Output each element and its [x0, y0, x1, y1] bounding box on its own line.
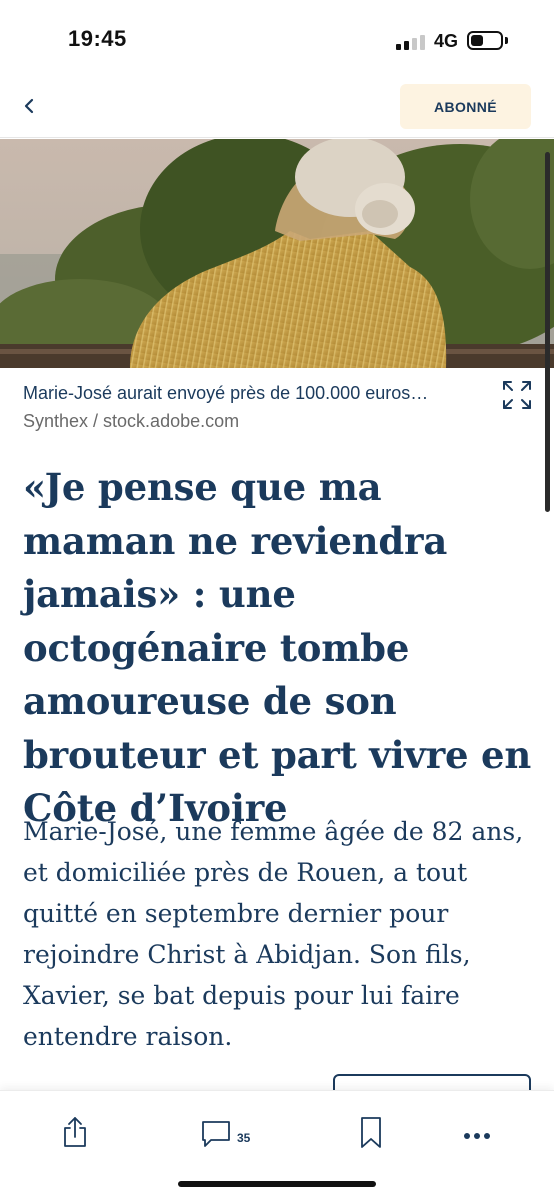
expand-button[interactable]	[500, 378, 534, 412]
expand-icon	[503, 381, 531, 409]
bookmark-icon	[361, 1117, 381, 1148]
hero-image[interactable]	[0, 139, 554, 368]
scrollbar[interactable]	[545, 152, 550, 512]
share-icon	[64, 1117, 86, 1147]
home-indicator[interactable]	[178, 1181, 376, 1187]
subscribe-button[interactable]: ABONNÉ	[400, 84, 531, 129]
back-button[interactable]	[14, 88, 48, 122]
network-label: 4G	[434, 31, 459, 51]
comment-icon	[202, 1121, 230, 1147]
comment-count: 35	[237, 1131, 251, 1145]
image-credit: Synthex / stock.adobe.com	[23, 411, 240, 431]
chevron-left-icon	[24, 98, 34, 114]
article-headline: «Je pense que ma maman ne reviendra jama…	[23, 465, 532, 830]
share-button[interactable]	[58, 1115, 92, 1149]
battery-cap	[505, 37, 508, 44]
more-button[interactable]	[460, 1115, 496, 1149]
image-caption: Marie-José aurait envoyé près de 100.000…	[23, 383, 429, 403]
article-lead: Marie-José, une femme âgée de 82 ans, et…	[23, 817, 524, 1051]
status-bar: 19:45 4G	[0, 0, 554, 84]
comments-button[interactable]	[198, 1115, 234, 1149]
nav-bar: ABONNÉ	[0, 84, 554, 138]
status-time: 19:45	[68, 26, 127, 51]
more-icon	[464, 1133, 490, 1139]
signal-icon	[396, 34, 426, 50]
bookmark-button[interactable]	[354, 1115, 388, 1149]
battery-icon	[467, 31, 503, 50]
